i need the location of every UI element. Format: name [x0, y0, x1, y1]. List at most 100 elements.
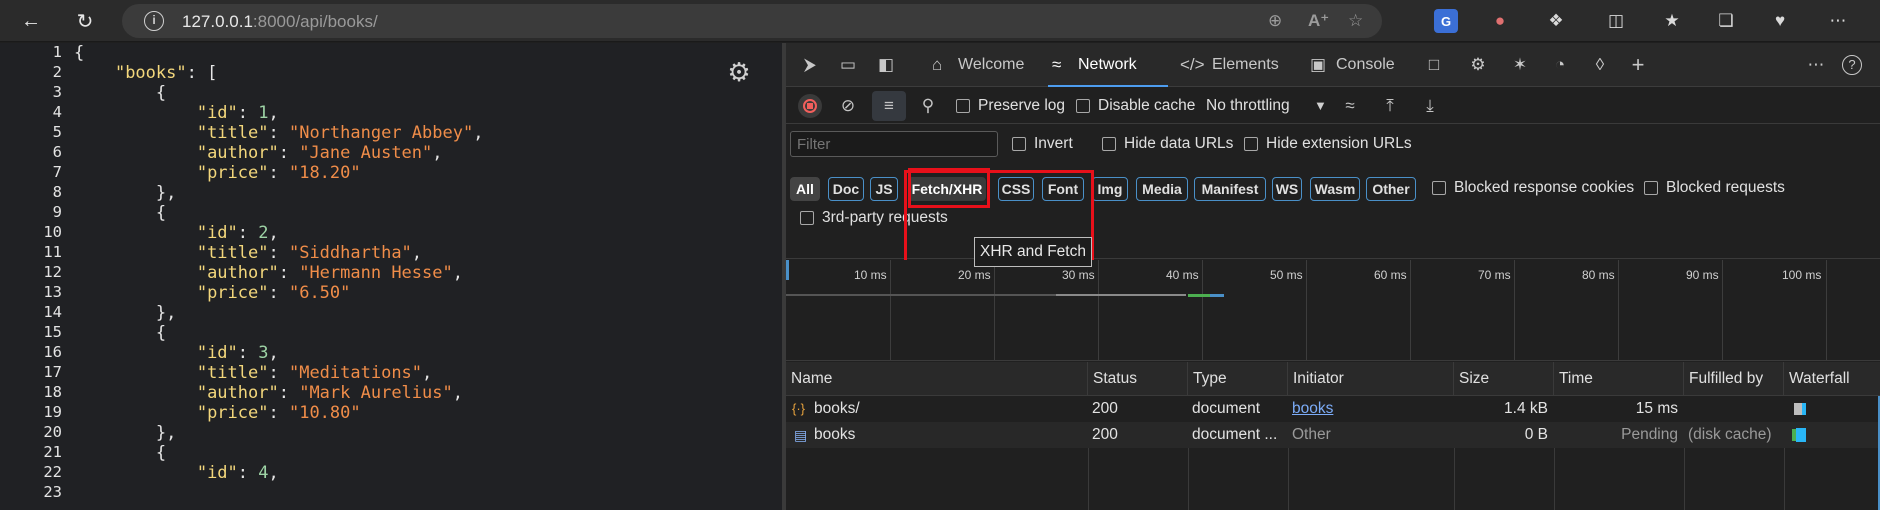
- search-icon[interactable]: ⚲: [916, 95, 940, 117]
- filter-type-wasm[interactable]: Wasm: [1310, 177, 1360, 201]
- invert-label: Invert: [1034, 135, 1073, 152]
- translate-icon[interactable]: G: [1434, 9, 1458, 33]
- more-menu-icon[interactable]: ⋯: [1826, 9, 1850, 33]
- upload-icon[interactable]: ⤒: [1378, 95, 1402, 117]
- url-path: :8000/api/books/: [252, 12, 378, 31]
- filter-type-js[interactable]: JS: [870, 177, 898, 201]
- read-aloud-icon[interactable]: A⁺: [1308, 11, 1329, 31]
- application-icon[interactable]: ◊: [1588, 53, 1612, 77]
- filter-type-doc[interactable]: Doc: [828, 177, 864, 201]
- performance-icon[interactable]: ⚙: [1466, 53, 1490, 77]
- tab-welcome[interactable]: ⌂ Welcome: [928, 43, 1048, 87]
- download-icon[interactable]: ⤓: [1418, 95, 1442, 117]
- url-host: 127.0.0.1: [182, 12, 253, 31]
- timeline-bar: [1188, 294, 1210, 297]
- throttling-select[interactable]: No throttling: [1206, 97, 1290, 115]
- line-number: 8: [52, 183, 62, 201]
- column-header-type[interactable]: Type: [1188, 362, 1288, 396]
- tab-label: Console: [1336, 56, 1395, 73]
- extension-avatar-icon[interactable]: ●: [1488, 9, 1512, 33]
- gear-icon[interactable]: ⚙: [724, 57, 754, 87]
- tab-elements[interactable]: </> Elements: [1176, 43, 1296, 87]
- column-header-time[interactable]: Time: [1554, 362, 1684, 396]
- network-overview-timeline: 10 ms 20 ms 30 ms 40 ms 50 ms 60 ms 70 m…: [786, 260, 1880, 361]
- request-time: Pending: [1621, 426, 1678, 443]
- filter-type-media[interactable]: Media: [1136, 177, 1188, 201]
- address-bar[interactable]: i 127.0.0.1:8000/api/books/ ⊕ A⁺ ☆: [122, 4, 1382, 38]
- line-number: 12: [43, 263, 62, 281]
- column-header-status[interactable]: Status: [1088, 362, 1188, 396]
- blocked-response-cookies-checkbox[interactable]: [1432, 181, 1446, 195]
- preserve-log-checkbox[interactable]: [956, 99, 970, 113]
- home-icon: ⌂: [932, 55, 943, 74]
- json-value: "Mark Aurelius": [299, 383, 453, 403]
- timeline-cursor: [786, 260, 789, 280]
- json-key: "author": [196, 143, 279, 163]
- line-number-gutter: 1 2 3 4 5 6 7 8 9 10 11 12 13 14 15 16 1…: [0, 43, 62, 510]
- extensions-icon[interactable]: ❖: [1544, 9, 1568, 33]
- back-icon[interactable]: ←: [16, 6, 46, 36]
- favorite-star-icon[interactable]: ☆: [1348, 11, 1363, 31]
- debugger-bug-icon[interactable]: ✶: [1508, 53, 1532, 77]
- more-tools-icon[interactable]: ⋯: [1804, 53, 1828, 77]
- filter-type-all[interactable]: All: [790, 177, 820, 201]
- column-header-name[interactable]: Name: [786, 362, 1088, 396]
- column-header-fulfilled-by[interactable]: Fulfilled by: [1684, 362, 1784, 396]
- add-tool-icon[interactable]: +: [1626, 53, 1650, 77]
- site-info-icon[interactable]: i: [144, 11, 164, 31]
- dock-side-icon[interactable]: ◧: [874, 53, 898, 77]
- filter-type-other[interactable]: Other: [1366, 177, 1416, 201]
- column-header-initiator[interactable]: Initiator: [1288, 362, 1454, 396]
- refresh-icon[interactable]: ↻: [70, 6, 100, 36]
- tab-network[interactable]: ≈ Network: [1048, 43, 1168, 87]
- timeline-gridline: [1618, 260, 1619, 360]
- json-value: 4: [258, 463, 269, 483]
- line-number: 19: [43, 403, 62, 421]
- url-text[interactable]: 127.0.0.1:8000/api/books/: [182, 12, 378, 32]
- json-key: "title": [196, 123, 269, 143]
- filter-type-img[interactable]: Img: [1092, 177, 1128, 201]
- sources-icon[interactable]: □: [1422, 53, 1446, 77]
- blocked-requests-checkbox[interactable]: [1644, 181, 1658, 195]
- request-name: books/: [814, 400, 860, 417]
- filter-type-manifest[interactable]: Manifest: [1194, 177, 1266, 201]
- line-number: 17: [43, 363, 62, 381]
- table-row[interactable]: ▤ books 200 document ... Other 0 B Pendi…: [786, 422, 1880, 448]
- clear-icon[interactable]: ⊘: [836, 95, 860, 117]
- tab-label: Network: [1078, 56, 1137, 73]
- hide-data-urls-checkbox[interactable]: [1102, 137, 1116, 151]
- waterfall-bar: [1802, 403, 1806, 415]
- inspect-element-icon[interactable]: ⮞: [798, 53, 822, 77]
- record-stop-button[interactable]: [798, 94, 822, 118]
- request-type: document: [1192, 400, 1261, 417]
- split-screen-icon[interactable]: ◫: [1604, 9, 1628, 33]
- invert-checkbox[interactable]: [1012, 137, 1026, 151]
- line-number: 2: [52, 63, 62, 81]
- line-number: 13: [43, 283, 62, 301]
- disable-cache-label: Disable cache: [1098, 97, 1196, 114]
- column-header-size[interactable]: Size: [1454, 362, 1554, 396]
- request-initiator-link[interactable]: books: [1292, 396, 1450, 422]
- filter-input[interactable]: [790, 131, 998, 157]
- json-key: "price": [196, 403, 269, 423]
- chevron-down-icon[interactable]: ▼: [1314, 98, 1327, 113]
- tab-console[interactable]: ▣ Console: [1306, 43, 1426, 87]
- favorites-icon[interactable]: ★: [1660, 9, 1684, 33]
- timeline-gridline: [1202, 260, 1203, 360]
- column-header-waterfall[interactable]: Waterfall: [1784, 362, 1880, 396]
- hide-extension-urls-checkbox[interactable]: [1244, 137, 1258, 151]
- disable-cache-checkbox[interactable]: [1076, 99, 1090, 113]
- network-conditions-icon[interactable]: ≈: [1338, 95, 1362, 117]
- help-icon[interactable]: ?: [1842, 55, 1862, 75]
- collections-icon[interactable]: ❏: [1714, 9, 1738, 33]
- device-emulation-icon[interactable]: ▭: [836, 53, 860, 77]
- performance-gauge-icon[interactable]: ◔: [1548, 53, 1572, 77]
- third-party-checkbox[interactable]: [800, 211, 814, 225]
- tab-label: Elements: [1212, 56, 1279, 73]
- table-row[interactable]: {·} books/ 200 document books 1.4 kB 15 …: [786, 396, 1880, 422]
- json-value: "Hermann Hesse": [299, 263, 453, 283]
- filter-type-ws[interactable]: WS: [1272, 177, 1302, 201]
- preserve-log-label: Preserve log: [978, 97, 1066, 114]
- health-icon[interactable]: ♥: [1768, 9, 1792, 33]
- zoom-icon[interactable]: ⊕: [1268, 11, 1282, 31]
